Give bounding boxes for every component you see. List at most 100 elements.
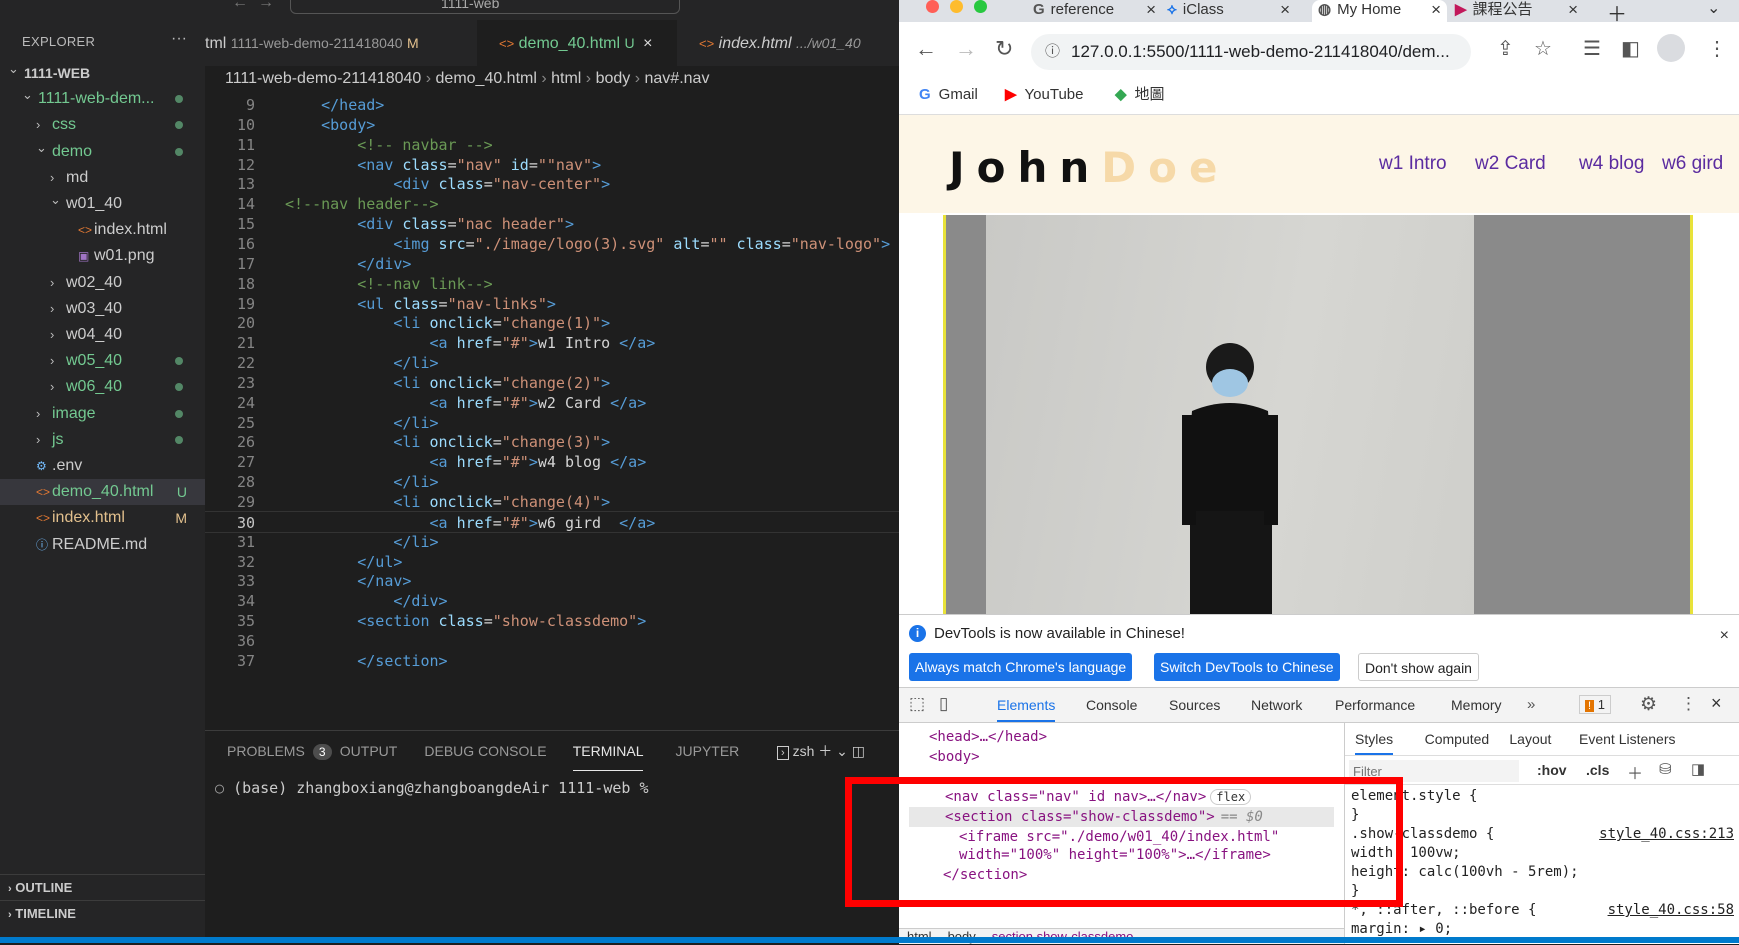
code-editor[interactable]: 9 </head> 10 <body> 11 <!-- navbar --> 12 <…	[205, 92, 899, 730]
tab-problems[interactable]: PROBLEMS 3	[227, 731, 332, 771]
styles-tab-layout[interactable]: Layout	[1509, 723, 1551, 755]
zoom-window-button[interactable]	[974, 0, 987, 13]
address-bar[interactable]: ⓘ 127.0.0.1:5500/1111-web-demo-211418040…	[1031, 34, 1471, 70]
minimize-window-button[interactable]	[950, 0, 963, 13]
tree-item[interactable]: › image	[0, 401, 205, 427]
tab-output[interactable]: OUTPUT	[340, 731, 398, 771]
site-nav-link[interactable]: w4 blog	[1579, 153, 1645, 175]
devtools-tab-performance[interactable]: Performance	[1335, 688, 1415, 722]
dont-show-again-button[interactable]: Don't show again	[1358, 653, 1479, 681]
tree-item[interactable]: › w05_40	[0, 348, 205, 374]
close-tab-icon[interactable]: ×	[643, 35, 652, 52]
bookmark-star-icon[interactable]: ☆	[1534, 36, 1552, 61]
close-tab-icon[interactable]: ×	[1146, 0, 1156, 20]
split-panel-icon[interactable]: ◫	[852, 743, 865, 759]
tab-search-icon[interactable]: ⌄	[1707, 0, 1720, 18]
chrome-menu-icon[interactable]: ⋮	[1707, 36, 1727, 61]
dom-node[interactable]: <head>…</head>	[929, 727, 1047, 747]
tree-item[interactable]: <> index.html	[0, 217, 205, 243]
paint-bucket-icon[interactable]: ⛁	[1659, 760, 1672, 778]
outline-section[interactable]: › OUTLINE	[0, 874, 205, 900]
close-tab-icon[interactable]: ×	[1280, 0, 1290, 20]
breadcrumb-item[interactable]: 1111-web-demo-211418040	[225, 70, 421, 87]
tree-item[interactable]: › w06_40	[0, 374, 205, 400]
timeline-section[interactable]: › TIMELINE	[0, 900, 205, 926]
close-window-button[interactable]	[926, 0, 939, 13]
forward-icon[interactable]: →	[955, 36, 977, 62]
reading-list-icon[interactable]: ☰	[1583, 36, 1601, 61]
cls-toggle[interactable]: .cls	[1586, 762, 1609, 778]
site-nav-link[interactable]: w1 Intro	[1379, 153, 1447, 175]
devtools-menu-icon[interactable]: ⋮	[1680, 694, 1697, 714]
terminal-shell[interactable]: › zsh ＋ ⌄ ◫	[777, 741, 865, 761]
profile-avatar-icon[interactable]	[1657, 34, 1685, 62]
breadcrumb-item[interactable]: demo_40.html	[436, 70, 537, 87]
browser-tab[interactable]: ▶ 課程公告 ×	[1449, 0, 1584, 22]
tree-item[interactable]: › css	[0, 112, 205, 138]
breadcrumb-item[interactable]: nav#.nav	[645, 70, 710, 87]
site-info-icon[interactable]: ⓘ	[1045, 34, 1060, 70]
close-tab-icon[interactable]: ×	[1568, 0, 1578, 20]
style-source-link[interactable]: style_40.css:213	[1599, 825, 1734, 843]
tree-item[interactable]: ⌄ demo	[0, 139, 205, 165]
tab-debug-console[interactable]: DEBUG CONSOLE	[424, 731, 546, 771]
bookmark-0[interactable]: G Gmail	[919, 76, 978, 114]
side-panel-icon[interactable]: ◧	[1621, 36, 1640, 61]
tab-terminal[interactable]: TERMINAL	[572, 731, 644, 771]
tree-item[interactable]: <> index.html M	[0, 505, 205, 531]
share-icon[interactable]: ⇪	[1497, 36, 1514, 61]
site-logo[interactable]: JohnDoe	[949, 143, 1230, 192]
sidebar-toggle-icon[interactable]: ◨	[1691, 760, 1705, 778]
browser-tab[interactable]: ◍ My Home ×	[1312, 0, 1447, 22]
back-arrow-icon[interactable]: ←	[232, 0, 248, 12]
breadcrumb-item[interactable]: body	[596, 70, 631, 87]
tree-item[interactable]: ⚙ .env	[0, 453, 205, 479]
command-center[interactable]: 1111-web	[290, 0, 680, 14]
reload-icon[interactable]: ↻	[995, 36, 1013, 62]
devtools-tab-memory[interactable]: Memory	[1451, 688, 1502, 722]
hov-toggle[interactable]: :hov	[1537, 762, 1567, 778]
tree-item[interactable]: › w02_40	[0, 270, 205, 296]
tree-item[interactable]: ⓘ README.md	[0, 532, 205, 558]
inspect-element-icon[interactable]: ⬚	[909, 694, 925, 714]
devtools-tab-sources[interactable]: Sources	[1169, 688, 1220, 722]
tree-item[interactable]: › md	[0, 165, 205, 191]
dom-node[interactable]: <body>	[929, 747, 980, 767]
tab-demo-40[interactable]: <> demo_40.html U ×	[477, 20, 677, 66]
tree-item[interactable]: › w03_40	[0, 296, 205, 322]
device-toolbar-icon[interactable]: ▯	[939, 694, 948, 714]
breadcrumb-item[interactable]: html	[551, 70, 581, 87]
close-notice-icon[interactable]: ×	[1720, 627, 1729, 645]
styles-tab-event-listeners[interactable]: Event Listeners	[1579, 723, 1676, 755]
bookmark-2[interactable]: ◆ 地圖	[1115, 76, 1165, 114]
tree-item[interactable]: › w04_40	[0, 322, 205, 348]
tree-item[interactable]: ⌄ w01_40	[0, 191, 205, 217]
issues-badge[interactable]: ! 1	[1579, 695, 1611, 714]
switch-to-chinese-button[interactable]: Switch DevTools to Chinese	[1154, 653, 1340, 681]
styles-tab-computed[interactable]: Computed	[1425, 723, 1490, 755]
browser-tab[interactable]: Greference ×	[1027, 0, 1162, 22]
tree-item[interactable]: ▣ w01.png	[0, 243, 205, 269]
new-terminal-icon[interactable]: ＋	[818, 743, 832, 759]
style-source-link[interactable]: style_40.css:58	[1608, 901, 1734, 919]
back-icon[interactable]: ←	[915, 36, 937, 62]
tree-item[interactable]: › js	[0, 427, 205, 453]
browser-tab[interactable]: ⟡ iClass ×	[1161, 0, 1296, 22]
forward-arrow-icon[interactable]: →	[258, 0, 274, 12]
devtools-tab-elements[interactable]: Elements	[997, 688, 1056, 722]
more-tabs-icon[interactable]: »	[1527, 696, 1535, 713]
devtools-tab-console[interactable]: Console	[1086, 688, 1137, 722]
devtools-tab-network[interactable]: Network	[1251, 688, 1302, 722]
settings-gear-icon[interactable]: ⚙	[1640, 693, 1657, 716]
styles-tab-styles[interactable]: Styles	[1355, 723, 1394, 755]
site-nav-link[interactable]: w2 Card	[1475, 153, 1546, 175]
close-tab-icon[interactable]: ×	[1431, 0, 1441, 20]
always-match-language-button[interactable]: Always match Chrome's language	[909, 653, 1133, 681]
new-rule-icon[interactable]: ＋	[1627, 760, 1643, 784]
tab-other[interactable]: tml 1111-web-demo-211418040 M	[205, 20, 477, 66]
tree-item[interactable]: ⌄ 1111-WEB	[0, 60, 205, 86]
new-tab-icon[interactable]: ＋	[1607, 0, 1627, 22]
tree-item[interactable]: <> demo_40.html U	[0, 479, 205, 506]
bookmark-1[interactable]: ▶ YouTube	[1005, 76, 1084, 114]
tree-item[interactable]: ⌄ 1111-web-dem...	[0, 86, 205, 112]
